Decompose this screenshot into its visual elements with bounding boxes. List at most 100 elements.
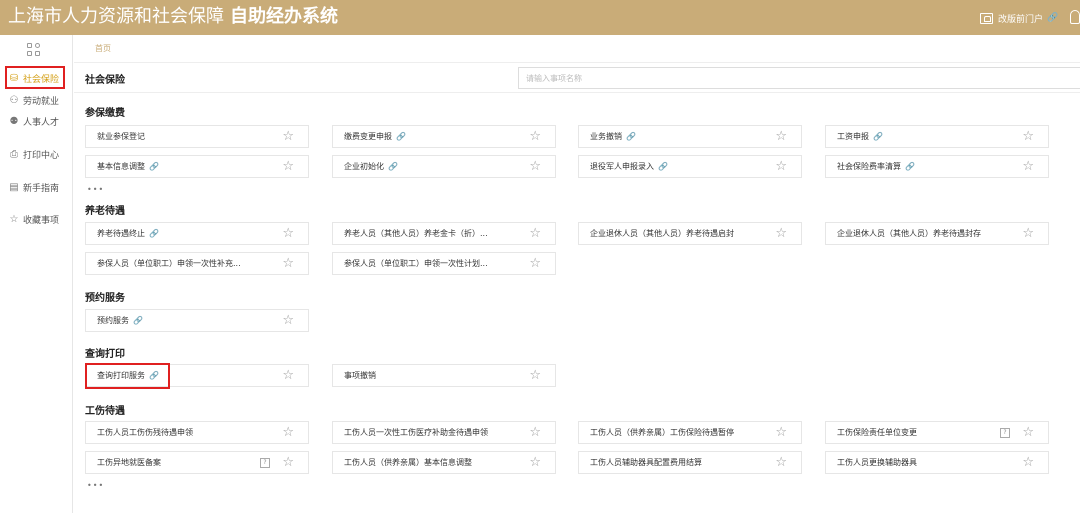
section-header: 社会保险 (74, 63, 1080, 93)
favorite-star-icon[interactable]: ☆ (775, 226, 787, 241)
service-card[interactable]: 工伤异地就医备案? ☆ (85, 451, 309, 474)
service-card-label: 养老待遇终止 (97, 229, 145, 238)
service-card[interactable]: 企业退休人员（其他人员）养老待遇启封 ☆ (578, 222, 802, 245)
apps-grid-icon[interactable] (27, 43, 41, 57)
service-card-label: 事项撤销 (344, 371, 376, 380)
help-icon[interactable]: ? (1000, 428, 1010, 438)
service-card[interactable]: 工伤人员辅助器具配置费用结算 ☆ (578, 451, 802, 474)
service-card[interactable]: 事项撤销 ☆ (332, 364, 556, 387)
more-indicator[interactable]: ••• (87, 481, 104, 490)
link-icon: 🔗 (658, 162, 668, 171)
favorite-star-icon[interactable]: ☆ (775, 159, 787, 174)
old-portal-label: 改版前门户 (998, 14, 1044, 25)
favorite-star-icon[interactable]: ☆ (529, 129, 541, 144)
favorite-star-icon[interactable]: ☆ (282, 159, 294, 174)
service-card[interactable]: 就业参保登记 ☆ (85, 125, 309, 148)
service-card[interactable]: 养老人员（其他人员）养老金卡（折）... ☆ (332, 222, 556, 245)
service-card[interactable]: 工伤人员一次性工伤医疗补助金待遇申领 ☆ (332, 421, 556, 444)
app-title-sub: 自助经办系统 (230, 6, 338, 27)
service-card[interactable]: 基本信息调整 🔗 ☆ (85, 155, 309, 178)
service-card-label: 就业参保登记 (97, 132, 145, 141)
sidebar-item-label: 收藏事项 (23, 215, 60, 226)
service-card-label: 基本信息调整 (97, 162, 145, 171)
service-card[interactable]: 业务撤销 🔗 ☆ (578, 125, 802, 148)
link-icon: 🔗 (626, 132, 636, 141)
service-card-label: 工资申报 (837, 132, 869, 141)
service-card[interactable]: 养老待遇终止 🔗 ☆ (85, 222, 309, 245)
service-card-label: 参保人员（单位职工）申领一次性计划... (344, 259, 488, 268)
service-card[interactable]: 企业初始化 🔗 ☆ (332, 155, 556, 178)
service-card[interactable]: 预约服务 🔗 ☆ (85, 309, 309, 332)
breadcrumb-home[interactable]: 首页 (95, 43, 111, 54)
link-icon: 🔗 (388, 162, 398, 171)
service-card-label: 业务撤销 (590, 132, 622, 141)
favorite-star-icon[interactable]: ☆ (775, 129, 787, 144)
sidebar-item-label: 劳动就业 (23, 96, 60, 107)
more-indicator[interactable]: ••• (87, 185, 104, 194)
favorite-star-icon[interactable]: ☆ (1022, 455, 1034, 470)
user-icon[interactable] (1070, 10, 1080, 24)
sidebar-item-employment[interactable]: ⚇ 劳动就业 (0, 90, 73, 110)
guide-icon: ▤ (9, 181, 19, 193)
service-card[interactable]: 参保人员（单位职工）申领一次性补充... ☆ (85, 252, 309, 275)
favorite-star-icon[interactable]: ☆ (529, 368, 541, 383)
favorite-star-icon[interactable]: ☆ (775, 425, 787, 440)
service-card[interactable]: 工伤人员更换辅助器具 ☆ (825, 451, 1049, 474)
favorite-star-icon[interactable]: ☆ (282, 226, 294, 241)
favorite-star-icon[interactable]: ☆ (1022, 226, 1034, 241)
service-card-label: 参保人员（单位职工）申领一次性补充... (97, 259, 241, 268)
service-card[interactable]: 工伤人员（供养亲属）基本信息调整 ☆ (332, 451, 556, 474)
help-icon[interactable]: ? (260, 458, 270, 468)
favorite-star-icon[interactable]: ☆ (529, 256, 541, 271)
sidebar-item-favorites[interactable]: ☆ 收藏事项 (0, 209, 73, 229)
favorite-star-icon[interactable]: ☆ (282, 313, 294, 328)
service-card[interactable]: 工伤保险责任单位变更? ☆ (825, 421, 1049, 444)
favorite-star-icon[interactable]: ☆ (1022, 159, 1034, 174)
portal-icon (980, 12, 993, 24)
favorite-star-icon[interactable]: ☆ (282, 368, 294, 383)
favorite-star-icon[interactable]: ☆ (1022, 425, 1034, 440)
service-card[interactable]: 企业退休人员（其他人员）养老待遇封存 ☆ (825, 222, 1049, 245)
service-card[interactable]: 工资申报 🔗 ☆ (825, 125, 1049, 148)
favorite-star-icon[interactable]: ☆ (282, 425, 294, 440)
service-card[interactable]: 社会保险费率清算 🔗 ☆ (825, 155, 1049, 178)
service-card-label: 养老人员（其他人员）养老金卡（折）... (344, 229, 488, 238)
old-portal-link[interactable]: 改版前门户 🔗 (980, 10, 1058, 26)
service-card[interactable]: 参保人员（单位职工）申领一次性计划... ☆ (332, 252, 556, 275)
service-card-label: 缴费变更申报 (344, 132, 392, 141)
service-card[interactable]: 退役军人申报录入 🔗 ☆ (578, 155, 802, 178)
service-card-label: 工伤人员（供养亲属）工伤保险待遇暂停 (590, 428, 734, 437)
service-card[interactable]: 工伤人员（供养亲属）工伤保险待遇暂停 ☆ (578, 421, 802, 444)
page-title: 社会保险 (85, 75, 125, 86)
service-card-label: 企业退休人员（其他人员）养老待遇封存 (837, 229, 981, 238)
app-title-main: 上海市人力资源和社会保障 (8, 6, 224, 27)
favorite-star-icon[interactable]: ☆ (529, 159, 541, 174)
favorite-star-icon[interactable]: ☆ (282, 129, 294, 144)
breadcrumb: 首页 (74, 35, 1080, 63)
service-card-label: 企业退休人员（其他人员）养老待遇启封 (590, 229, 734, 238)
favorite-star-icon[interactable]: ☆ (529, 226, 541, 241)
service-card[interactable]: 工伤人员工伤伤残待遇申领 ☆ (85, 421, 309, 444)
favorite-star-icon[interactable]: ☆ (529, 455, 541, 470)
favorite-star-icon[interactable]: ☆ (529, 425, 541, 440)
sidebar-item-guide[interactable]: ▤ 新手指南 (0, 177, 73, 197)
sidebar-item-print-center[interactable]: ⎙ 打印中心 (0, 144, 73, 164)
favorite-star-icon[interactable]: ☆ (282, 256, 294, 271)
favorite-star-icon[interactable]: ☆ (775, 455, 787, 470)
sidebar-item-label: 打印中心 (23, 150, 60, 161)
highlight-box (85, 363, 170, 389)
service-card-label: 工伤保险责任单位变更 (837, 428, 917, 437)
sidebar-item-label: 新手指南 (23, 183, 60, 194)
service-card-label: 工伤人员一次性工伤医疗补助金待遇申领 (344, 428, 488, 437)
service-card-label: 工伤人员工伤伤残待遇申领 (97, 428, 193, 437)
category-title: 查询打印 (85, 349, 125, 360)
search-input[interactable] (518, 67, 1080, 89)
service-card-label: 工伤人员更换辅助器具 (837, 458, 917, 467)
service-card-label: 工伤异地就医备案 (97, 458, 161, 467)
favorite-star-icon[interactable]: ☆ (282, 455, 294, 470)
sidebar-item-personnel[interactable]: ⚉ 人事人才 (0, 111, 73, 131)
favorite-star-icon[interactable]: ☆ (1022, 129, 1034, 144)
category-title: 预约服务 (85, 293, 125, 304)
category-title: 参保缴费 (85, 108, 125, 119)
service-card[interactable]: 缴费变更申报 🔗 ☆ (332, 125, 556, 148)
